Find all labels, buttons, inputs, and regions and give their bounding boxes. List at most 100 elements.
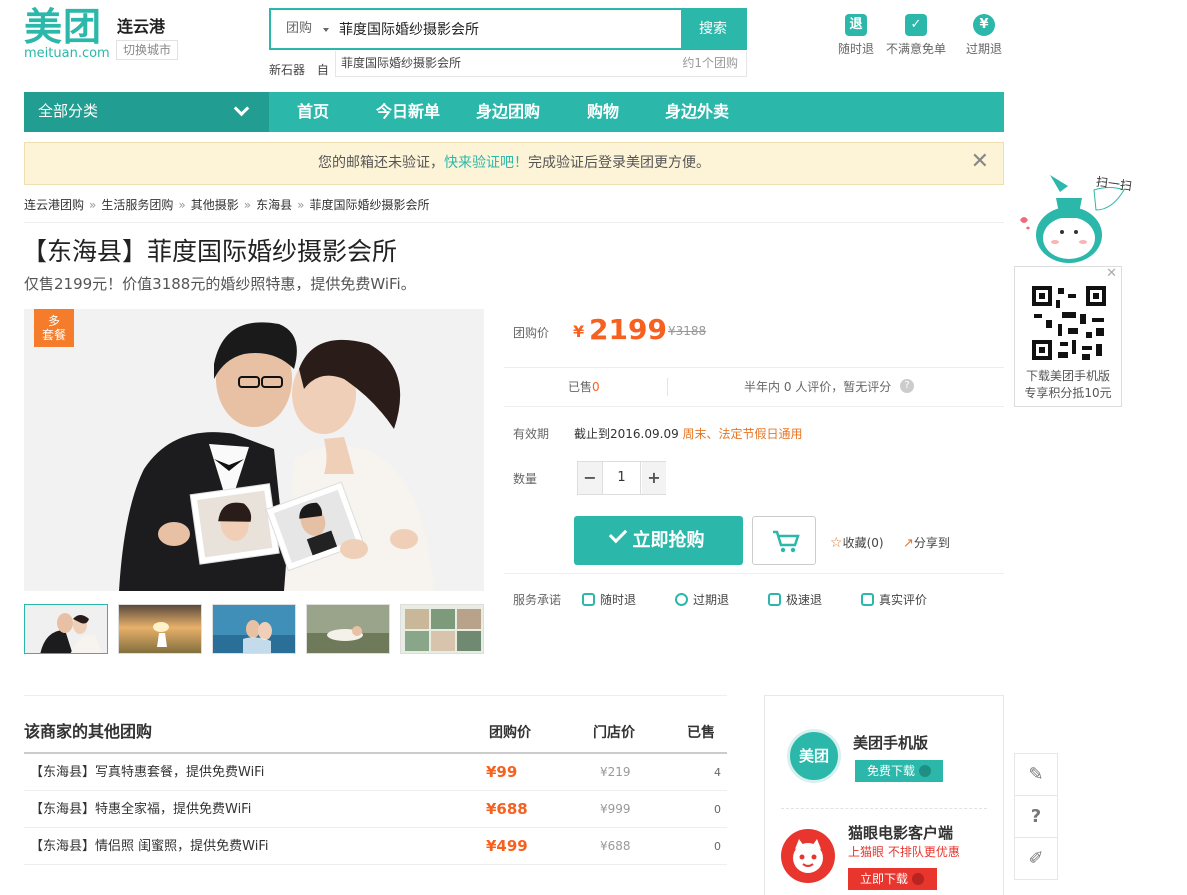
search-suggestion[interactable]: 菲度国际婚纱摄影会所 约1个团购	[335, 51, 747, 77]
chevron-down-icon	[233, 100, 250, 117]
service-real-reviews: 真实评价	[861, 591, 927, 608]
sales-stats: 已售0 半年内 0 人评价，暂无评分 ?	[504, 367, 1004, 407]
review-summary[interactable]: 半年内 0 人评价，暂无评分	[744, 368, 891, 406]
promise-refund-anytime[interactable]: 退 随时退	[826, 14, 886, 57]
nav-item-new-today[interactable]: 今日新单	[376, 92, 440, 132]
logo-cn: 美团	[24, 5, 103, 49]
close-icon[interactable]: ✕	[1106, 266, 1117, 281]
nav-item-nearby-deals[interactable]: 身边团购	[476, 92, 540, 132]
close-icon[interactable]: ✕	[971, 143, 989, 181]
hot-word[interactable]: 自	[317, 63, 329, 77]
table-row[interactable]: 【东海县】情侣照 闺蜜照，提供免费WiFi ¥499 ¥688 0	[24, 828, 727, 865]
switch-city-button[interactable]: 切换城市	[116, 40, 179, 60]
quantity-minus-button[interactable]: −	[578, 462, 602, 494]
caret-down-icon	[323, 28, 329, 32]
meituan-download-button[interactable]: 免费下载	[855, 760, 943, 782]
table-row[interactable]: 【东海县】写真特惠套餐，提供免费WiFi ¥99 ¥219 4	[24, 754, 727, 791]
maoyan-app-name: 猫眼电影客户端	[848, 824, 954, 842]
breadcrumb-item[interactable]: 东海县	[256, 198, 292, 212]
buy-now-button[interactable]: 立即抢购	[574, 516, 743, 565]
all-categories-button[interactable]: 全部分类	[24, 92, 269, 132]
service-fast-refund: 极速退	[768, 591, 822, 608]
app-download-panel: 美团 美团手机版 免费下载 猫眼电影客户端 上猫眼 不排队更优惠 立即下载	[764, 695, 1004, 895]
promise-label: 随时退	[837, 42, 874, 56]
other-deals-title: 该商家的其他团购	[24, 722, 153, 741]
button-label: 免费下载	[867, 764, 916, 778]
promise-free-if-unsatisfied[interactable]: ✓ 不满意免单	[886, 14, 946, 57]
pencil-icon[interactable]: ✐	[1015, 838, 1057, 880]
divider	[667, 378, 668, 396]
quantity-plus-button[interactable]: +	[642, 462, 666, 494]
breadcrumb: 连云港团购 » 生活服务团购 » 其他摄影 » 东海县 » 菲度国际婚纱摄影会所	[24, 196, 429, 213]
mascot-icon	[1020, 175, 1125, 263]
search-input[interactable]	[337, 10, 682, 48]
question-icon[interactable]: ?	[1015, 796, 1057, 838]
mascot-illustration: 扫一扫	[1012, 150, 1133, 270]
qr-caption-line2: 专享积分抵10元	[1024, 386, 1112, 400]
nav-item-shopping[interactable]: 购物	[587, 92, 619, 132]
deal-name[interactable]: 【东海县】写真特惠套餐，提供免费WiFi	[30, 754, 264, 791]
share-button[interactable]: ↗分享到	[903, 534, 950, 551]
valid-period: 截止到2016.09.09 周末、法定节假日通用	[574, 425, 803, 442]
table-row[interactable]: 【东海县】特惠全家福，提供免费WiFi ¥688 ¥999 0	[24, 791, 727, 828]
sold-count: 4	[714, 766, 721, 779]
maoyan-download-button[interactable]: 立即下载	[848, 868, 937, 890]
all-categories-label: 全部分类	[38, 102, 99, 120]
badge-line: 多	[47, 314, 60, 328]
divider	[504, 573, 1004, 574]
search-button[interactable]: 搜索	[681, 10, 745, 48]
side-toolbar: ✎ ? ✐	[1014, 753, 1058, 880]
buy-now-label: 立即抢购	[632, 530, 705, 551]
quantity-stepper: − 1 +	[577, 461, 666, 495]
sold-count: 0	[714, 803, 721, 816]
verify-email-link[interactable]: 快来验证吧！	[444, 155, 528, 171]
sold-value: 0	[592, 380, 600, 394]
nav-item-home[interactable]: 首页	[297, 92, 329, 132]
search-category-select[interactable]: 团购	[271, 10, 335, 48]
arrow-right-icon	[919, 765, 932, 777]
quantity-label: 数量	[513, 472, 538, 486]
sold-count: 0	[714, 840, 721, 853]
deal-price: 2199	[589, 313, 667, 346]
deal-subtitle: 仅售2199元！价值3188元的婚纱照特惠，提供免费WiFi。	[24, 275, 416, 293]
email-verify-notice: 您的邮箱还未验证，快来验证吧！完成验证后登录美团更方便。 ✕	[24, 142, 1004, 185]
deal-price: ¥499	[486, 837, 528, 855]
thumbnail-3[interactable]	[212, 604, 296, 654]
breadcrumb-separator: »	[243, 198, 252, 212]
user-icon	[861, 593, 874, 606]
lightning-icon	[768, 593, 781, 606]
share-label: 分享到	[913, 536, 950, 550]
refund-icon: 退	[845, 14, 867, 36]
notice-text-pre: 您的邮箱还未验证，	[318, 155, 444, 171]
breadcrumb-item[interactable]: 其他摄影	[191, 198, 239, 212]
help-icon[interactable]: ?	[900, 379, 914, 393]
button-label: 立即下载	[860, 872, 909, 886]
favorite-button[interactable]: ☆收藏(0)	[830, 534, 884, 551]
meituan-logo[interactable]: 美团 meituan.com	[24, 6, 114, 64]
search-category-label: 团购	[286, 21, 313, 36]
thumbnail-2[interactable]	[118, 604, 202, 654]
thumbnail-4[interactable]	[306, 604, 390, 654]
arrow-right-icon	[912, 873, 925, 885]
deal-name[interactable]: 【东海县】特惠全家福，提供免费WiFi	[30, 791, 251, 828]
star-icon: ☆	[830, 535, 843, 551]
sold-count: 已售0	[568, 368, 600, 406]
check-icon: ✓	[905, 14, 927, 36]
quantity-input[interactable]: 1	[602, 462, 641, 494]
underwater-thumbnail	[213, 605, 295, 653]
thumbnail-1[interactable]	[24, 604, 108, 654]
thumbnail-5[interactable]	[400, 604, 484, 654]
hot-word[interactable]: 新石器	[269, 63, 305, 77]
service-expired-refund: 过期退	[675, 591, 729, 608]
feedback-edit-icon[interactable]: ✎	[1015, 754, 1057, 796]
sold-label: 已售	[568, 380, 593, 394]
notice-text-post: 完成验证后登录美团更方便。	[528, 155, 710, 171]
promise-expired-refund[interactable]: ¥ 过期退	[954, 14, 1014, 57]
breadcrumb-item[interactable]: 连云港团购	[24, 198, 84, 212]
deal-name[interactable]: 【东海县】情侣照 闺蜜照，提供免费WiFi	[30, 828, 268, 865]
maoyan-slogan: 上猫眼 不排队更优惠	[848, 845, 960, 859]
add-to-cart-button[interactable]	[752, 516, 816, 565]
breadcrumb-item[interactable]: 生活服务团购	[101, 198, 173, 212]
nav-item-delivery[interactable]: 身边外卖	[665, 92, 729, 132]
cat-face-icon	[793, 839, 823, 873]
